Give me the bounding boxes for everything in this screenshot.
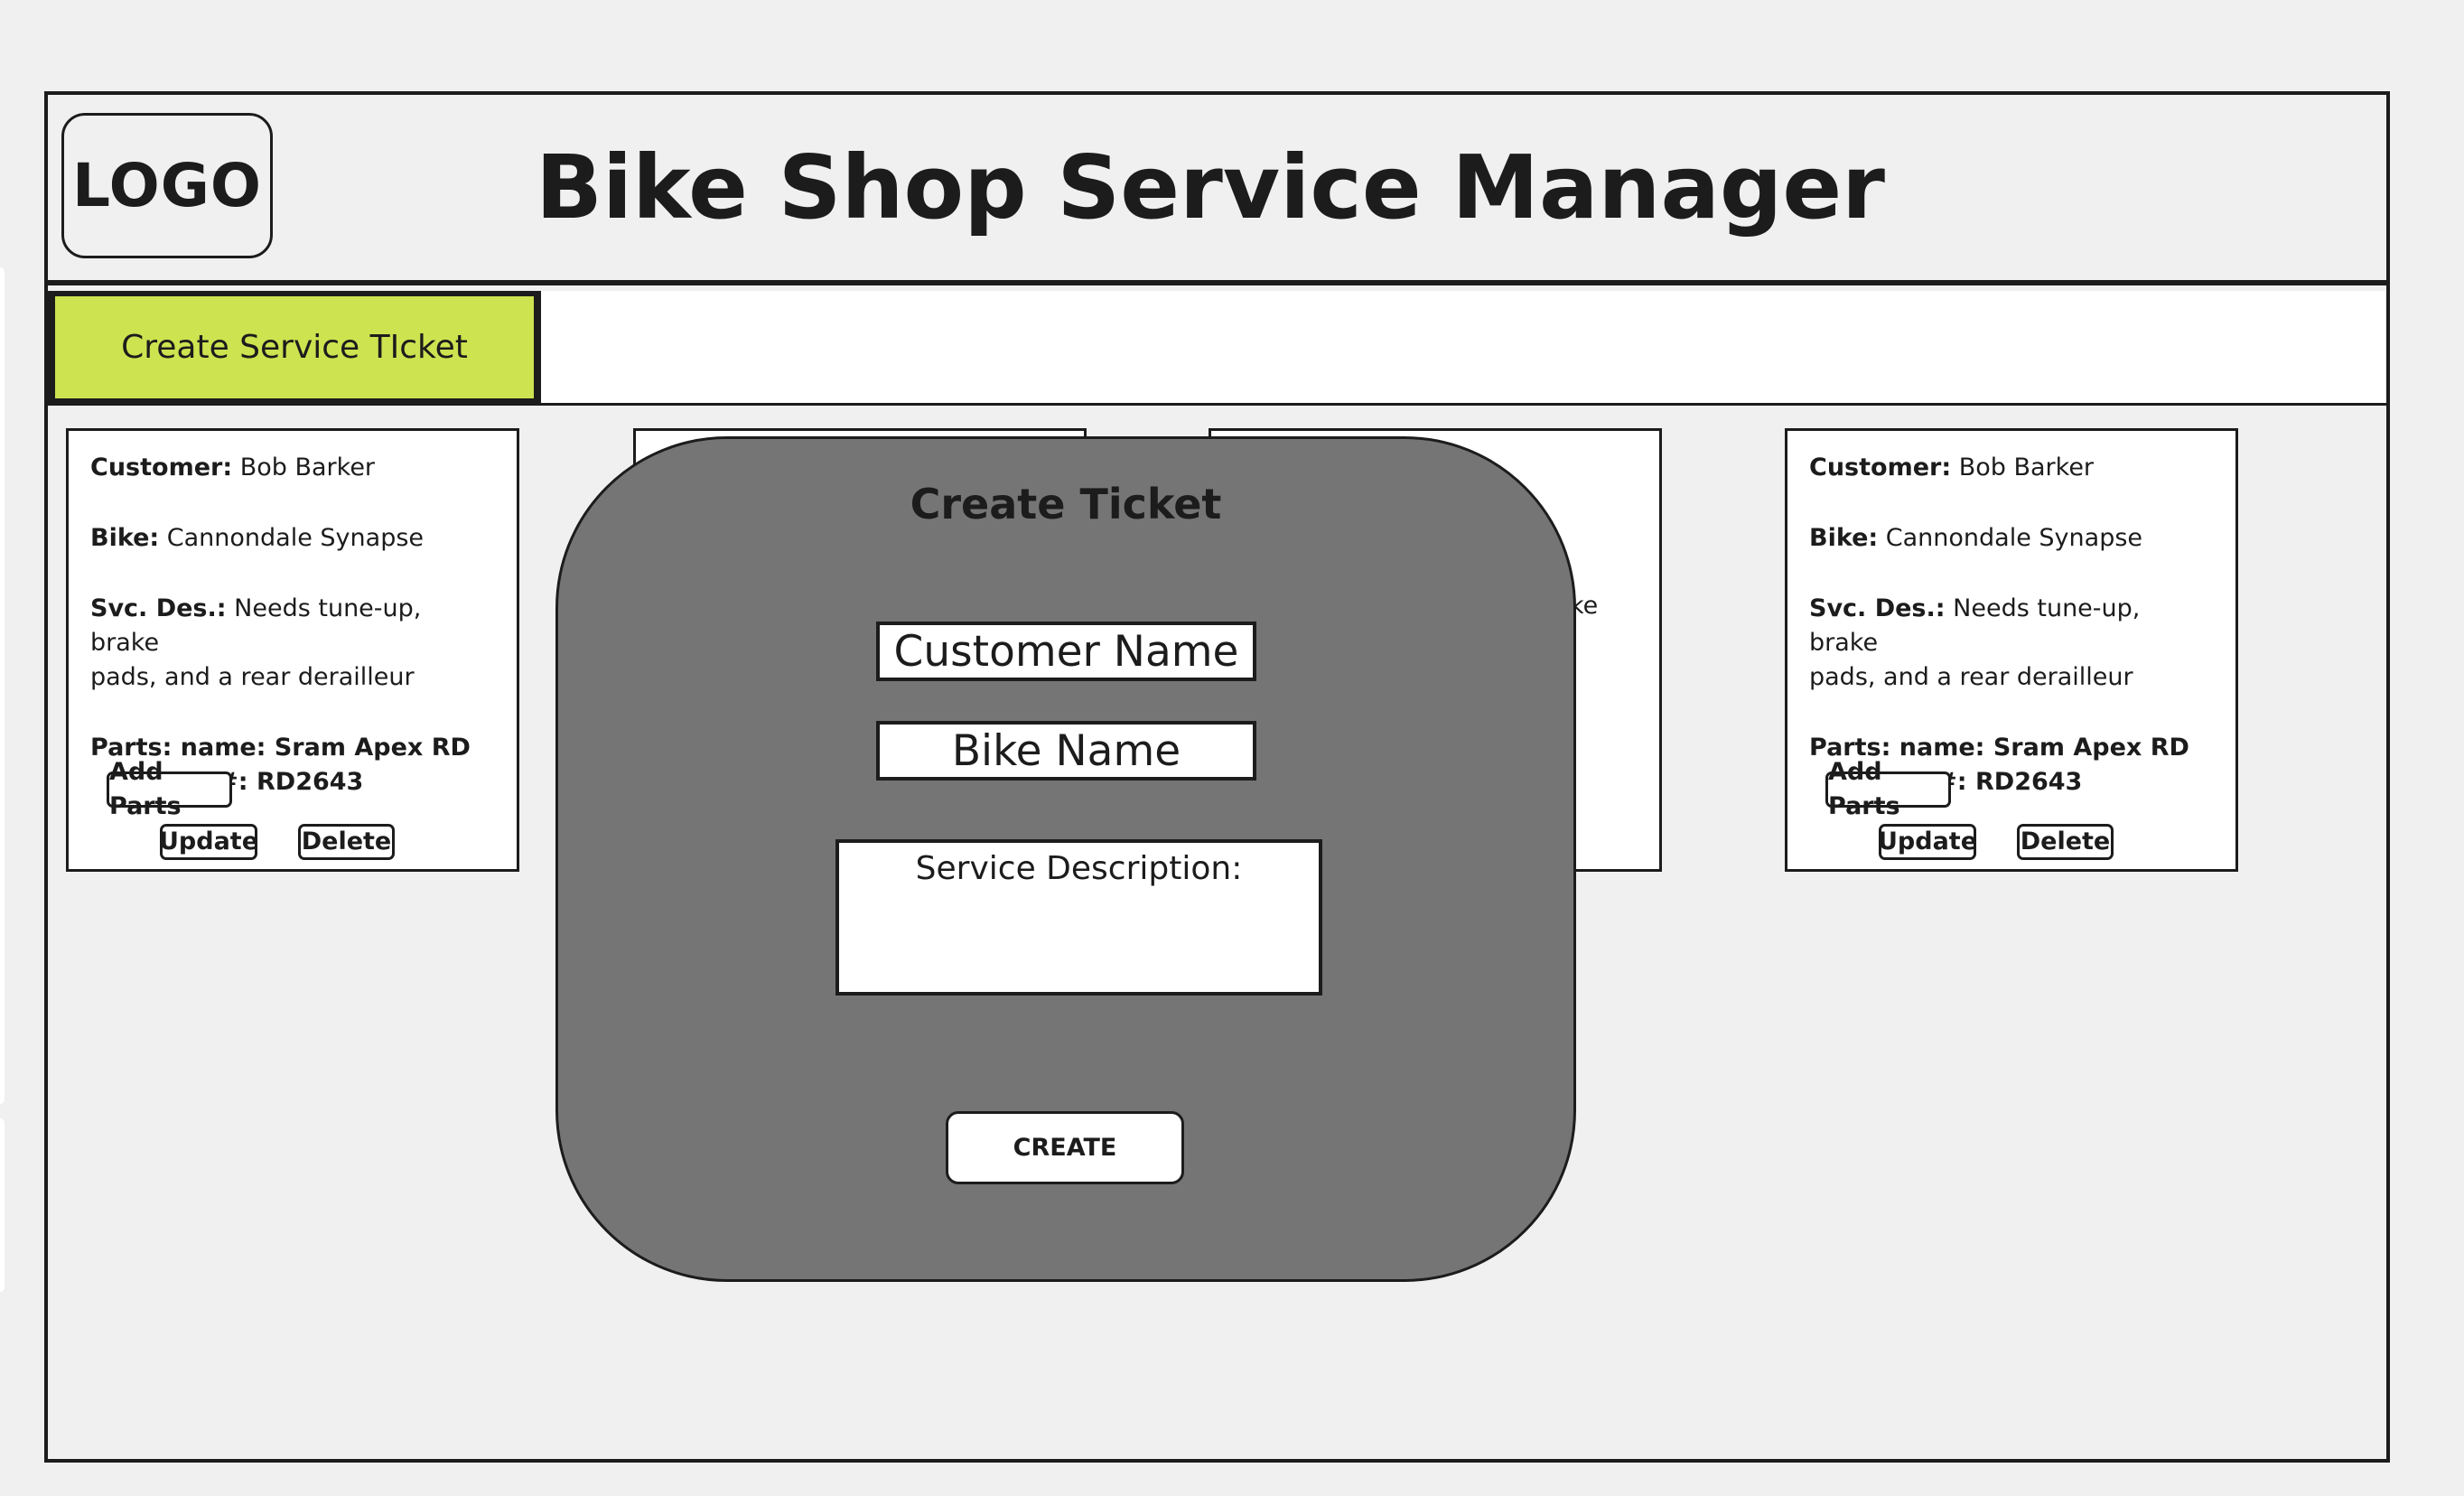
- bike-value: Cannondale Synapse: [1885, 524, 2143, 552]
- customer-row: Customer: Bob Barker: [1809, 453, 2095, 482]
- create-button[interactable]: CREATE: [946, 1111, 1184, 1184]
- customer-name-input[interactable]: Customer Name: [876, 622, 1256, 681]
- left-edge-panel-bottom: [0, 1118, 5, 1292]
- ticket-card: Customer: Bob Barker Bike: Cannondale Sy…: [66, 428, 519, 872]
- service-description-continued: pads, and a rear derailleur: [90, 663, 415, 691]
- delete-button[interactable]: Delete: [2017, 824, 2114, 860]
- customer-value: Bob Barker: [239, 453, 376, 482]
- bike-row: Bike: Cannondale Synapse: [1809, 524, 2143, 552]
- bike-row: Bike: Cannondale Synapse: [90, 524, 425, 552]
- service-description-textarea[interactable]: Service Description:: [835, 839, 1322, 996]
- update-button[interactable]: Update: [1878, 824, 1977, 860]
- service-description-row: Svc. Des.: Needs tune-up, brake: [1809, 594, 2141, 657]
- customer-row: Customer: Bob Barker: [90, 453, 376, 482]
- modal-title: Create Ticket: [910, 480, 1222, 528]
- add-parts-button[interactable]: Add Parts: [107, 758, 232, 820]
- bike-value: Cannondale Synapse: [166, 524, 425, 552]
- logo: LOGO: [61, 113, 273, 258]
- customer-value: Bob Barker: [1958, 453, 2095, 482]
- ticket-card: Customer: Bob Barker Bike: Cannondale Sy…: [1785, 428, 2238, 872]
- page-title: Bike Shop Service Manager: [536, 136, 1885, 238]
- left-edge-panel-top: [0, 267, 5, 1104]
- create-service-ticket-button[interactable]: Create Service TIcket: [48, 291, 541, 406]
- service-description-continued: pads, and a rear derailleur: [1809, 663, 2133, 691]
- service-description-label: Service Description:: [915, 850, 1243, 887]
- delete-button[interactable]: Delete: [298, 824, 395, 860]
- add-parts-button[interactable]: Add Parts: [1825, 758, 1951, 820]
- update-button[interactable]: Update: [159, 824, 258, 860]
- bike-name-input[interactable]: Bike Name: [876, 721, 1256, 781]
- service-description-row: Svc. Des.: Needs tune-up, brake: [90, 594, 422, 657]
